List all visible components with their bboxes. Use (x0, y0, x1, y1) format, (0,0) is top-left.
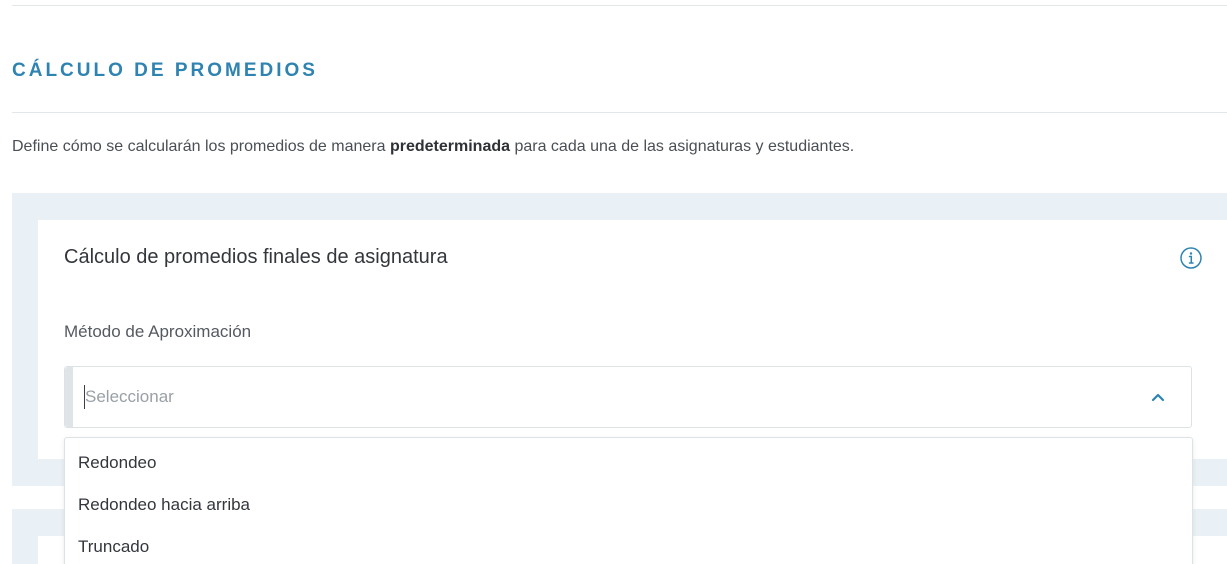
settings-page: CÁLCULO DE PROMEDIOS Define cómo se calc… (0, 0, 1227, 564)
info-circle-icon[interactable] (1179, 246, 1203, 270)
select-accent-bar (65, 367, 73, 427)
approximation-method-select[interactable] (64, 366, 1192, 428)
dropdown-option-truncado[interactable]: Truncado (65, 526, 1192, 564)
dropdown-option-redondeo-hacia-arriba[interactable]: Redondeo hacia arriba (65, 484, 1192, 526)
section-description: Define cómo se calcularán los promedios … (12, 138, 854, 156)
approximation-method-dropdown: Redondeo Redondeo hacia arriba Truncado (64, 437, 1193, 564)
title-divider (12, 112, 1227, 113)
section-title: CÁLCULO DE PROMEDIOS (12, 60, 318, 81)
approximation-method-input[interactable] (84, 385, 1125, 409)
top-divider (12, 5, 1227, 6)
description-emphasis: predeterminada (389, 138, 511, 155)
description-text-start: Define cómo se calcularán los promedios … (12, 138, 390, 155)
chevron-up-icon[interactable] (1150, 389, 1166, 405)
dropdown-option-redondeo[interactable]: Redondeo (65, 442, 1192, 484)
approximation-method-label: Método de Aproximación (64, 322, 252, 341)
card-title: Cálculo de promedios finales de asignatu… (64, 246, 448, 268)
description-text-end: para cada una de las asignaturas y estud… (510, 138, 855, 155)
